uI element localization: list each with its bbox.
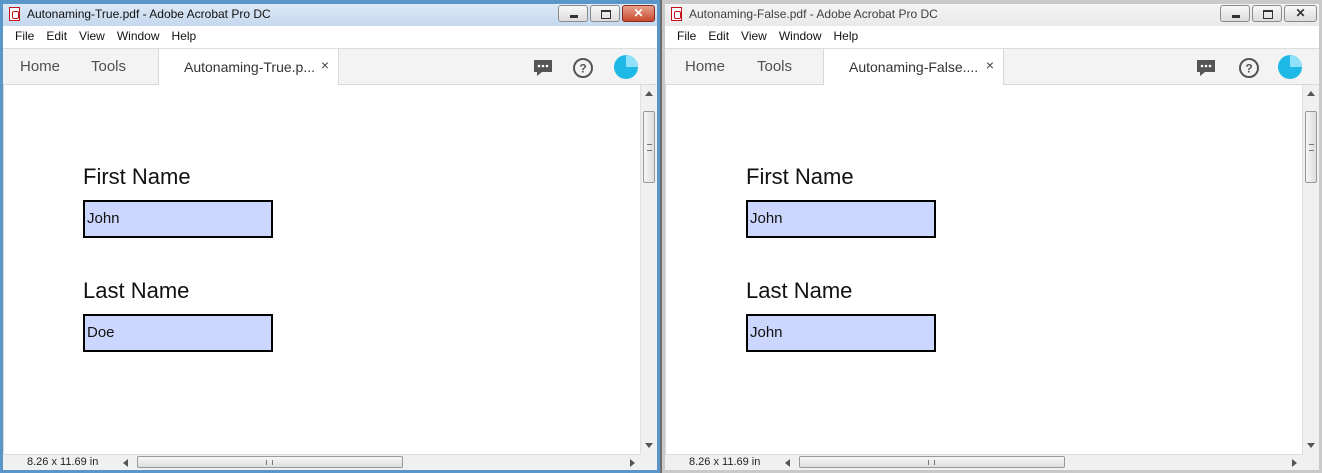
last-name-field[interactable]: Doe xyxy=(83,314,273,352)
acrobat-window-right[interactable]: Autonaming-False.pdf - Adobe Acrobat Pro… xyxy=(662,0,1322,473)
nav-home[interactable]: Home xyxy=(685,58,725,75)
svg-text:?: ? xyxy=(1245,62,1252,76)
menu-help[interactable]: Help xyxy=(166,26,203,48)
minimize-icon xyxy=(1232,15,1240,18)
scroll-down-icon[interactable] xyxy=(645,443,653,448)
document-page: First Name John Last Name Doe xyxy=(3,85,640,454)
last-name-label: Last Name xyxy=(746,278,853,303)
first-name-field[interactable]: John xyxy=(746,200,936,238)
vertical-scroll-thumb[interactable] xyxy=(643,111,655,183)
minimize-button[interactable] xyxy=(1220,5,1250,22)
scroll-right-icon[interactable] xyxy=(630,459,635,467)
menu-window[interactable]: Window xyxy=(111,26,166,48)
menu-window[interactable]: Window xyxy=(773,26,828,48)
nav-bar: Home Tools Autonaming-True.p... × ? xyxy=(3,49,657,85)
menu-file[interactable]: File xyxy=(9,26,40,48)
document-tab[interactable]: Autonaming-True.p... × xyxy=(158,49,339,85)
close-icon: ✕ xyxy=(633,6,644,20)
last-name-value: Doe xyxy=(87,324,115,341)
document-page: First Name John Last Name John xyxy=(665,85,1302,454)
last-name-label: Last Name xyxy=(83,278,190,303)
first-name-value: John xyxy=(87,210,120,227)
help-icon[interactable]: ? xyxy=(1238,57,1260,79)
maximize-icon xyxy=(601,10,611,19)
minimize-icon xyxy=(570,15,578,18)
status-bar: 8.26 x 11.69 in xyxy=(665,454,1319,470)
resize-gripper[interactable] xyxy=(1302,454,1319,470)
maximize-icon xyxy=(1263,10,1273,19)
menu-bar: File Edit View Window Help xyxy=(665,26,1319,49)
close-button[interactable]: ✕ xyxy=(622,5,655,22)
vertical-scrollbar[interactable] xyxy=(640,85,657,454)
scroll-up-icon[interactable] xyxy=(1307,91,1315,96)
page-size-readout: 8.26 x 11.69 in xyxy=(27,456,99,468)
svg-text:?: ? xyxy=(579,62,586,76)
minimize-button[interactable] xyxy=(558,5,588,22)
maximize-button[interactable] xyxy=(590,5,620,22)
nav-bar: Home Tools Autonaming-False.... × ? xyxy=(665,49,1319,85)
menu-view[interactable]: View xyxy=(73,26,111,48)
nav-tools[interactable]: Tools xyxy=(757,58,792,75)
page-size-readout: 8.26 x 11.69 in xyxy=(689,456,761,468)
first-name-field[interactable]: John xyxy=(83,200,273,238)
account-icon[interactable] xyxy=(1278,55,1302,79)
comment-icon[interactable] xyxy=(532,57,554,79)
horizontal-scroll-thumb[interactable] xyxy=(137,456,403,468)
title-bar[interactable]: Autonaming-False.pdf - Adobe Acrobat Pro… xyxy=(665,4,1319,26)
scroll-up-icon[interactable] xyxy=(645,91,653,96)
vertical-scroll-thumb[interactable] xyxy=(1305,111,1317,183)
pdf-icon xyxy=(671,7,682,21)
menu-edit[interactable]: Edit xyxy=(40,26,73,48)
menu-edit[interactable]: Edit xyxy=(702,26,735,48)
tab-close-icon[interactable]: × xyxy=(986,57,994,73)
help-icon[interactable]: ? xyxy=(572,57,594,79)
menu-view[interactable]: View xyxy=(735,26,773,48)
pdf-icon xyxy=(9,7,20,21)
maximize-button[interactable] xyxy=(1252,5,1282,22)
menu-bar: File Edit View Window Help xyxy=(3,26,657,49)
first-name-value: John xyxy=(750,210,783,227)
vertical-scrollbar[interactable] xyxy=(1302,85,1319,454)
nav-home[interactable]: Home xyxy=(20,58,60,75)
tab-close-icon[interactable]: × xyxy=(321,57,329,73)
first-name-label: First Name xyxy=(746,164,854,189)
title-bar[interactable]: Autonaming-True.pdf - Adobe Acrobat Pro … xyxy=(3,4,657,26)
resize-gripper[interactable] xyxy=(640,454,657,470)
horizontal-scroll-thumb[interactable] xyxy=(799,456,1065,468)
comment-icon[interactable] xyxy=(1195,57,1217,79)
status-bar: 8.26 x 11.69 in xyxy=(3,454,657,470)
close-button[interactable]: ✕ xyxy=(1284,5,1317,22)
acrobat-window-left[interactable]: Autonaming-True.pdf - Adobe Acrobat Pro … xyxy=(0,0,660,473)
close-icon: ✕ xyxy=(1295,6,1306,20)
document-tab-label: Autonaming-True.p... xyxy=(184,59,315,75)
scroll-left-icon[interactable] xyxy=(785,459,790,467)
account-icon[interactable] xyxy=(614,55,638,79)
nav-tools[interactable]: Tools xyxy=(91,58,126,75)
last-name-value: John xyxy=(750,324,783,341)
last-name-field[interactable]: John xyxy=(746,314,936,352)
first-name-label: First Name xyxy=(83,164,191,189)
menu-help[interactable]: Help xyxy=(828,26,865,48)
scroll-down-icon[interactable] xyxy=(1307,443,1315,448)
menu-file[interactable]: File xyxy=(671,26,702,48)
scroll-right-icon[interactable] xyxy=(1292,459,1297,467)
window-title: Autonaming-True.pdf - Adobe Acrobat Pro … xyxy=(27,7,271,21)
document-tab-label: Autonaming-False.... xyxy=(849,59,979,75)
document-tab[interactable]: Autonaming-False.... × xyxy=(823,49,1004,85)
window-title: Autonaming-False.pdf - Adobe Acrobat Pro… xyxy=(689,7,938,21)
scroll-left-icon[interactable] xyxy=(123,459,128,467)
